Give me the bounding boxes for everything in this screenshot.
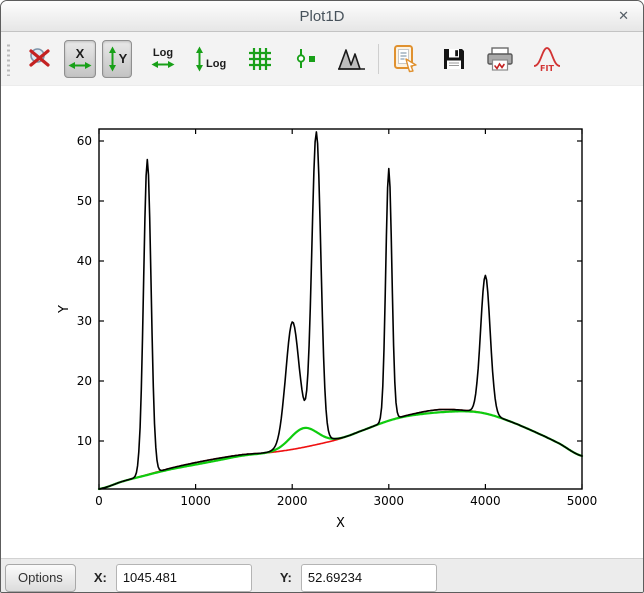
svg-text:60: 60	[77, 134, 92, 148]
toolbar-separator	[378, 44, 379, 74]
line-points-icon	[294, 46, 319, 71]
svg-text:0: 0	[95, 494, 103, 508]
toolbar: X Y Log	[1, 32, 643, 86]
print-button[interactable]	[482, 40, 518, 78]
points-toggle-button[interactable]	[290, 40, 323, 78]
y-coordinate-label: Y:	[280, 570, 292, 585]
svg-text:X: X	[336, 516, 345, 531]
y-coordinate-field[interactable]	[301, 564, 437, 592]
titlebar[interactable]: Plot1D ✕	[1, 1, 643, 32]
svg-text:40: 40	[77, 254, 92, 268]
clipboard-icon	[392, 44, 420, 73]
zoom-reset-icon	[27, 45, 54, 72]
fit-label: FIT	[540, 64, 554, 73]
svg-text:4000: 4000	[470, 494, 501, 508]
y-autoscale-label: Y	[119, 52, 128, 65]
save-button[interactable]	[437, 40, 471, 78]
fit-button[interactable]: FIT	[529, 40, 565, 78]
svg-text:1000: 1000	[180, 494, 211, 508]
toolbar-grip[interactable]	[5, 42, 12, 76]
statusbar: Options X: Y:	[1, 558, 643, 593]
floppy-disk-icon	[441, 46, 467, 72]
svg-text:3000: 3000	[374, 494, 405, 508]
y-log-button[interactable]: Log	[190, 40, 230, 78]
x-log-button[interactable]: Log	[147, 40, 179, 78]
y-autoscale-button[interactable]: Y	[102, 40, 132, 78]
svg-text:30: 30	[77, 314, 92, 328]
svg-text:Y: Y	[57, 305, 72, 314]
close-button[interactable]: ✕	[618, 7, 629, 25]
zoom-reset-button[interactable]	[23, 40, 58, 78]
vertical-arrow-icon	[107, 46, 118, 72]
svg-text:20: 20	[77, 374, 92, 388]
copy-button[interactable]	[388, 40, 424, 78]
svg-text:2000: 2000	[277, 494, 308, 508]
printer-icon	[486, 46, 514, 72]
plot1d-window: Plot1D ✕ X	[0, 0, 644, 593]
x-autoscale-label: X	[76, 47, 85, 60]
x-autoscale-button[interactable]: X	[64, 40, 96, 78]
horizontal-arrow-icon	[151, 59, 175, 70]
svg-text:5000: 5000	[567, 494, 598, 508]
x-coordinate-label: X:	[94, 570, 107, 585]
grid-button[interactable]	[243, 40, 277, 78]
horizontal-arrow-icon	[68, 60, 92, 71]
plot-area[interactable]: 0 1000 2000 3000 4000 5000 10 20 30 40 50 60 X Y	[1, 86, 643, 558]
grid-icon	[247, 46, 273, 72]
vertical-arrow-icon	[194, 46, 205, 72]
options-button[interactable]: Options	[5, 564, 76, 592]
x-log-label: Log	[153, 48, 173, 59]
y-log-label: Log	[206, 59, 226, 70]
svg-text:10: 10	[77, 434, 92, 448]
window-title: Plot1D	[299, 8, 344, 25]
peaks-icon	[338, 47, 365, 71]
fit-peak-icon: FIT	[533, 45, 561, 73]
svg-text:50: 50	[77, 194, 92, 208]
x-coordinate-field[interactable]	[116, 564, 252, 592]
plot-canvas[interactable]: 0 1000 2000 3000 4000 5000 10 20 30 40 50 60 X Y	[1, 86, 643, 558]
peaks-button[interactable]	[334, 40, 369, 78]
